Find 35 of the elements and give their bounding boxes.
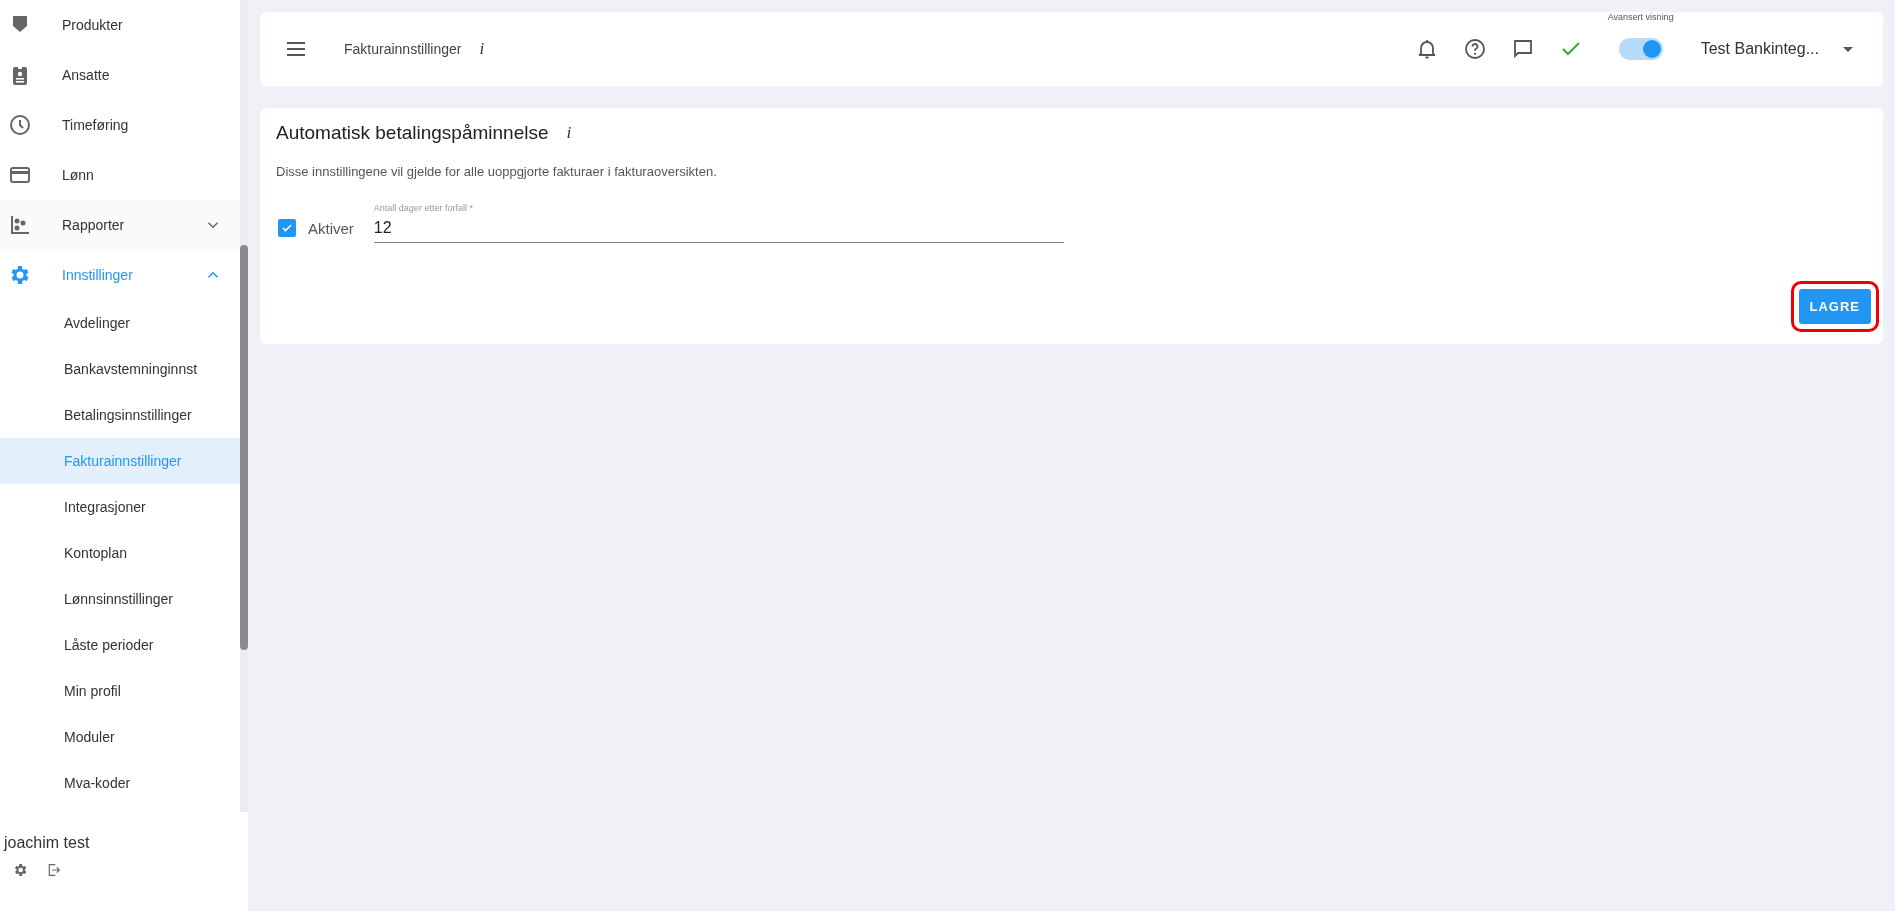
sidebar-subitem[interactable]: Kontoplan — [0, 530, 240, 576]
sidebar-subitem[interactable]: Avdelinger — [0, 300, 240, 346]
sidebar-subitem[interactable]: Mva-koder — [0, 760, 240, 806]
settings-icon[interactable] — [12, 862, 28, 878]
sidebar-subitem[interactable]: Bankavstemninginnst — [0, 346, 240, 392]
dropdown-caret-icon[interactable] — [1843, 46, 1853, 52]
help-icon[interactable] — [1462, 37, 1487, 61]
input-field[interactable]: 12 — [373, 213, 1064, 243]
sidebar-item[interactable]: Timeføring — [0, 100, 240, 150]
toggle-switch[interactable] — [1618, 38, 1663, 60]
sidebar-item[interactable]: Rapporter — [0, 200, 240, 250]
toggle-label: Avansert visning — [1607, 12, 1674, 22]
sidebar-subitem[interactable]: Integrasjoner — [0, 484, 240, 530]
checkbox[interactable] — [278, 219, 296, 237]
info-icon[interactable]: i — [479, 39, 485, 59]
description: Disse innstillingene vil gjelde for alle uoppgjorte fakturaer i fakturaoversikten. — [276, 164, 718, 179]
chart-icon — [8, 213, 32, 237]
checkbox-label: Aktiver — [308, 220, 354, 237]
sidebar-item[interactable]: Produkter — [0, 0, 240, 50]
scrollbar-thumb[interactable] — [240, 245, 248, 650]
logout-icon[interactable] — [46, 862, 62, 878]
clock-icon — [8, 113, 32, 137]
sidebar-item[interactable]: Lønn — [0, 150, 240, 200]
company-selector[interactable]: Test Bankinteg... — [1700, 40, 1819, 58]
sidebar-subitem[interactable]: Min profil — [0, 668, 240, 714]
field-label: Antall dager etter forfall * — [373, 203, 473, 213]
sidebar-subitem[interactable]: Lønnsinnstillinger — [0, 576, 240, 622]
info-icon[interactable]: i — [566, 123, 572, 143]
card-title: Automatisk betalingspåminnelse — [276, 122, 549, 144]
user-name: joachim test — [4, 834, 90, 851]
page-title: Fakturainnstillinger — [344, 41, 462, 57]
sidebar-subitem[interactable]: Moduler — [0, 714, 240, 760]
sidebar-subitem[interactable]: Betalingsinnstillinger — [0, 392, 240, 438]
sidebar-item[interactable]: Ansatte — [0, 50, 240, 100]
sidebar-subitem[interactable]: Låste perioder — [0, 622, 240, 668]
